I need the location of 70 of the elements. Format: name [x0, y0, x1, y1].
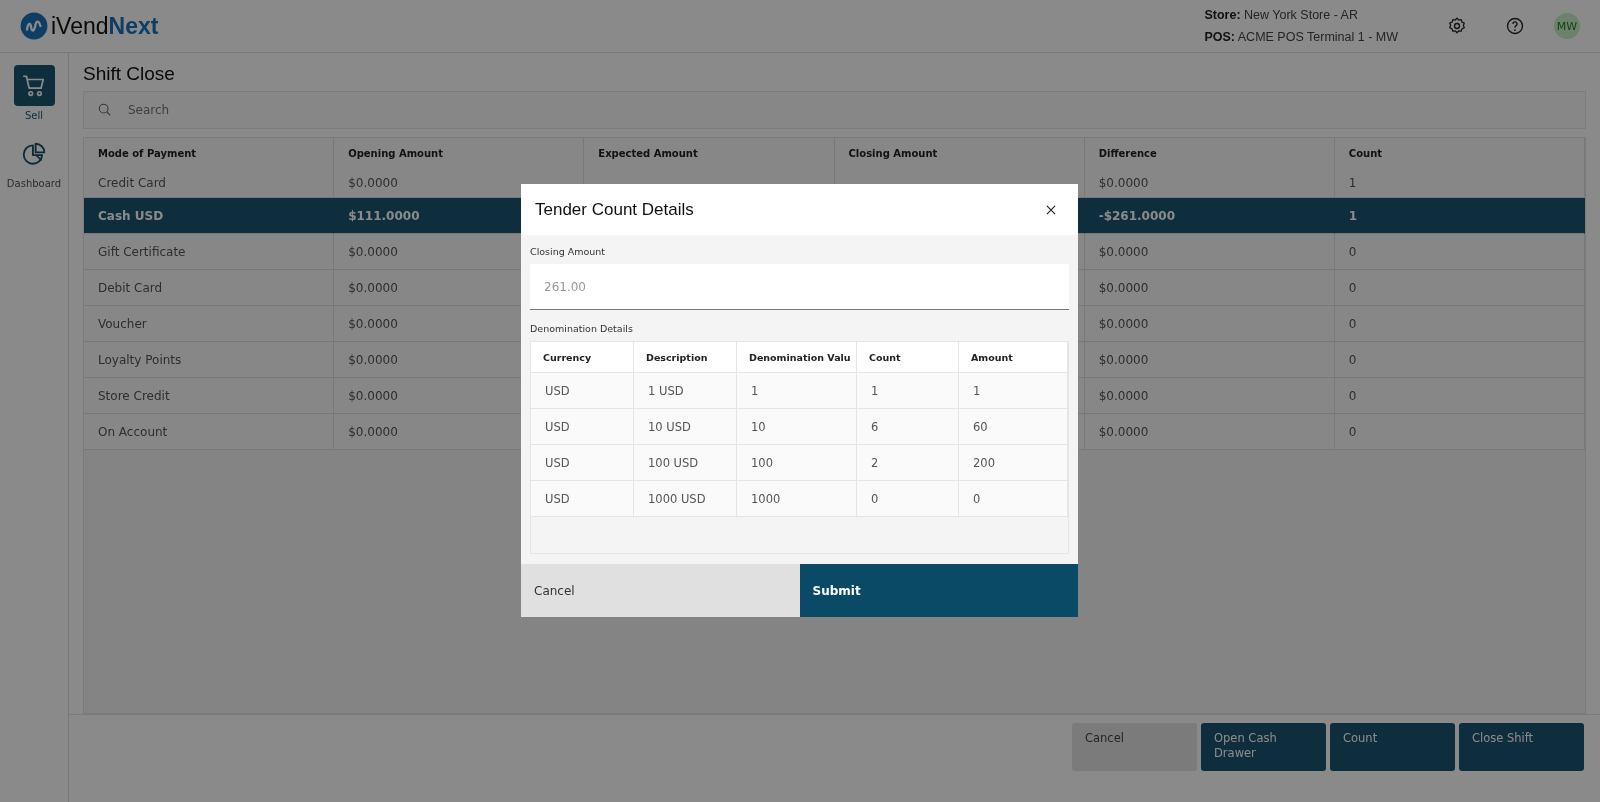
table-cell: 60 — [973, 419, 988, 434]
column-header: Difference — [1098, 148, 1157, 159]
table-cell: 100 USD — [648, 455, 699, 470]
column-header: Description — [646, 351, 708, 363]
table-cell: $111.0000 — [348, 208, 420, 223]
table-cell: 0 — [1348, 388, 1357, 403]
table-cell: Voucher — [98, 316, 147, 331]
table-cell: $0.0000 — [1098, 244, 1149, 259]
table-cell: $0.0000 — [348, 175, 398, 190]
page-title: Shift Close — [83, 63, 176, 85]
column-header: Closing Amount — [848, 148, 938, 159]
table-cell: 0 — [871, 491, 879, 506]
table-cell: 1 USD — [648, 383, 684, 398]
column-header: Expected Amount — [598, 148, 698, 159]
table-cell: 200 — [973, 455, 995, 470]
column-header: Count — [869, 351, 901, 363]
table-cell: $0.0000 — [1098, 424, 1149, 439]
column-header: Currency — [543, 351, 592, 363]
table-cell: $0.0000 — [1098, 352, 1149, 367]
table-cell: $0.0000 — [348, 244, 398, 259]
table-cell: $0.0000 — [348, 316, 398, 331]
table-cell: -$261.0000 — [1098, 208, 1175, 223]
table-cell: 0 — [1348, 424, 1357, 439]
store-info-text: POS: ACME POS Terminal 1 - MW — [1204, 29, 1398, 46]
dialog-title: Tender Count Details — [535, 199, 694, 220]
table-cell: Credit Card — [98, 175, 166, 190]
table-cell: Cash USD — [98, 208, 164, 223]
table-cell: 6 — [871, 419, 879, 434]
table-cell: USD — [545, 419, 570, 434]
table-cell: On Account — [98, 424, 168, 439]
table-cell: $0.0000 — [348, 280, 398, 295]
table-cell: Debit Card — [98, 280, 163, 295]
column-header: Mode of Payment — [98, 148, 197, 159]
table-cell: $0.0000 — [1098, 316, 1149, 331]
table-cell: 0 — [973, 491, 981, 506]
store-info-text: Store: New York Store - AR — [1204, 7, 1359, 24]
table-cell: $0.0000 — [348, 388, 398, 403]
table-cell: 10 — [751, 419, 766, 434]
table-cell: $0.0000 — [1098, 280, 1149, 295]
table-cell: Loyalty Points — [98, 352, 182, 367]
table-cell: $0.0000 — [1098, 388, 1149, 403]
table-cell: 1 — [751, 383, 759, 398]
table-cell: 0 — [1348, 280, 1357, 295]
table-cell: USD — [545, 491, 570, 506]
table-cell: 1 — [1348, 208, 1358, 223]
table-cell: 2 — [871, 455, 879, 470]
section-label: Denomination Details — [530, 323, 634, 334]
table-cell: 1 — [871, 383, 879, 398]
column-header: Opening Amount — [348, 148, 443, 159]
field-label: Closing Amount — [530, 246, 607, 257]
table-cell: Store Credit — [98, 388, 170, 403]
table-cell: 1 — [973, 383, 981, 398]
table-cell: 10 USD — [648, 419, 691, 434]
table-cell: 0 — [1348, 316, 1357, 331]
column-header: Denomination Valu — [749, 351, 851, 363]
table-cell: 100 — [751, 455, 773, 470]
table-cell: 1000 USD — [648, 491, 706, 506]
table-cell: 1000 — [751, 491, 781, 506]
column-header: Count — [1348, 148, 1383, 159]
table-cell: USD — [545, 455, 570, 470]
table-cell: Gift Certificate — [98, 244, 186, 259]
table-cell: 0 — [1348, 244, 1357, 259]
table-cell: USD — [545, 383, 570, 398]
table-cell: $0.0000 — [348, 352, 398, 367]
column-header: Amount — [971, 351, 1013, 363]
table-cell: $0.0000 — [348, 424, 398, 439]
table-cell: 0 — [1348, 352, 1357, 367]
brand-logo: iVendNext — [51, 12, 159, 40]
table-cell: $0.0000 — [1098, 175, 1149, 190]
table-cell: 1 — [1348, 175, 1357, 190]
